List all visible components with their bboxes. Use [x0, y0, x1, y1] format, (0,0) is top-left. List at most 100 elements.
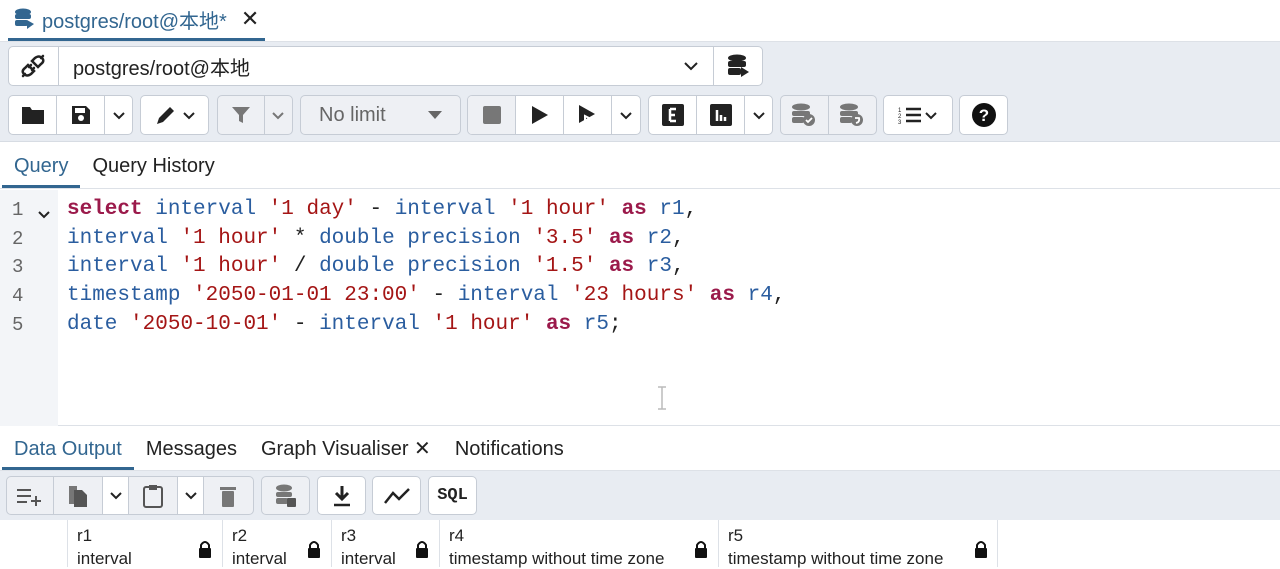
sql-label: SQL	[437, 486, 468, 505]
explain-icon	[661, 104, 684, 126]
column-header[interactable]: r4 timestamp without time zone	[439, 520, 718, 568]
tab-messages[interactable]: Messages	[134, 438, 249, 470]
code-token: /	[281, 255, 320, 279]
pencil-icon	[156, 107, 174, 124]
column-name: r5	[728, 526, 744, 545]
open-file-button[interactable]	[9, 96, 57, 134]
explain-button[interactable]	[649, 96, 697, 134]
tab-data-output[interactable]: Data Output	[2, 438, 134, 470]
save-file-button[interactable]	[57, 96, 105, 134]
connection-selector[interactable]: postgres/root@本地	[8, 46, 763, 86]
execute-group	[467, 95, 641, 135]
svg-text:3: 3	[898, 120, 902, 125]
column-type: timestamp without time zone	[728, 549, 944, 568]
graph-tab-label: Graph Visualiser	[261, 438, 409, 460]
add-row-button[interactable]	[7, 477, 54, 514]
code-token: *	[281, 226, 320, 250]
document-tab-bar: postgres/root@本地* ✕	[0, 0, 1280, 42]
code-token: interval	[394, 198, 496, 221]
tab-graph-visualiser[interactable]: Graph Visualiser ✕	[249, 436, 443, 470]
row-edit-group	[6, 476, 254, 515]
tab-query[interactable]: Query	[2, 155, 81, 188]
code-token: r2	[646, 226, 672, 250]
macros-inner: 123	[884, 96, 952, 134]
column-header[interactable]: r3 interval	[331, 520, 439, 568]
filter-button[interactable]	[218, 96, 265, 134]
tab-query-history[interactable]: Query History	[80, 155, 226, 188]
code-token: as	[621, 198, 647, 221]
stop-icon	[482, 106, 501, 124]
code-token: '2050-01-01 23:00'	[193, 284, 420, 308]
column-header[interactable]: r1 interval	[67, 520, 222, 568]
tab-notifications[interactable]: Notifications	[443, 438, 576, 470]
stop-button[interactable]	[468, 96, 516, 134]
copy-options-dropdown[interactable]	[103, 477, 129, 514]
code-token: r4	[747, 284, 773, 308]
code-token: as	[545, 312, 572, 336]
query-tool-tab[interactable]: postgres/root@本地* ✕	[8, 0, 266, 41]
download-button[interactable]	[317, 476, 366, 515]
paste-button[interactable]	[129, 477, 178, 514]
chevron-down-icon	[272, 111, 285, 119]
row-limit-value: No limit	[319, 103, 386, 126]
connection-status-icon[interactable]	[9, 47, 59, 85]
save-options-dropdown[interactable]	[105, 96, 132, 134]
code-token: as	[709, 284, 735, 308]
code-token: r5	[583, 312, 609, 336]
explain-analyze-button[interactable]	[697, 96, 745, 134]
copy-icon	[69, 485, 87, 507]
execute-options-dropdown[interactable]	[612, 96, 640, 134]
line-gutter	[0, 190, 58, 426]
close-graph-tab-icon[interactable]: ✕	[414, 438, 431, 460]
code-token: '1 day'	[268, 198, 357, 221]
column-header[interactable]: r5 timestamp without time zone	[718, 520, 998, 568]
execute-button[interactable]	[516, 96, 564, 134]
graph-inner	[373, 477, 420, 514]
code-token: double precision	[319, 226, 521, 250]
column-header[interactable]: r2 interval	[222, 520, 331, 568]
row-limit-select[interactable]: No limit	[300, 95, 461, 135]
play-icon	[531, 106, 548, 124]
line-number: 1	[12, 199, 24, 221]
filter-dropdown[interactable]	[265, 96, 292, 134]
code-token: select	[67, 198, 143, 221]
sql-editor[interactable]: 1 select interval '1 day' - interval '1 h…	[0, 190, 1280, 426]
code-token: '23 hours'	[571, 284, 698, 308]
new-connection-button[interactable]	[714, 47, 762, 85]
execute-cursor-button[interactable]	[564, 96, 612, 134]
chevron-down-icon	[109, 492, 122, 500]
code-token: '1 hour'	[180, 255, 282, 279]
chart-bar-icon	[709, 104, 732, 126]
save-data-button[interactable]	[261, 476, 310, 515]
chevron-down-icon	[184, 492, 197, 500]
fold-chevron-icon[interactable]	[38, 206, 50, 224]
graph-visualiser-button[interactable]	[372, 476, 421, 515]
save-data-inner	[262, 477, 309, 514]
rollback-button[interactable]	[829, 96, 877, 134]
macros-button[interactable]: 123	[883, 95, 953, 135]
paste-options-dropdown[interactable]	[178, 477, 204, 514]
explain-options-dropdown[interactable]	[745, 96, 772, 134]
help-button[interactable]: ?	[959, 95, 1008, 135]
commit-button[interactable]	[781, 96, 829, 134]
copy-button[interactable]	[54, 477, 103, 514]
delete-row-button[interactable]	[204, 477, 251, 514]
connection-dropdown[interactable]: postgres/root@本地	[59, 47, 715, 85]
close-tab-icon[interactable]: ✕	[241, 6, 259, 32]
lock-icon	[199, 541, 211, 558]
edit-button[interactable]	[140, 95, 209, 135]
row-limit-inner: No limit	[301, 96, 460, 134]
sql-button[interactable]: SQL	[428, 476, 477, 515]
line-number: 3	[12, 256, 24, 279]
code-token: ,	[684, 198, 698, 221]
code-token: -	[281, 312, 320, 336]
